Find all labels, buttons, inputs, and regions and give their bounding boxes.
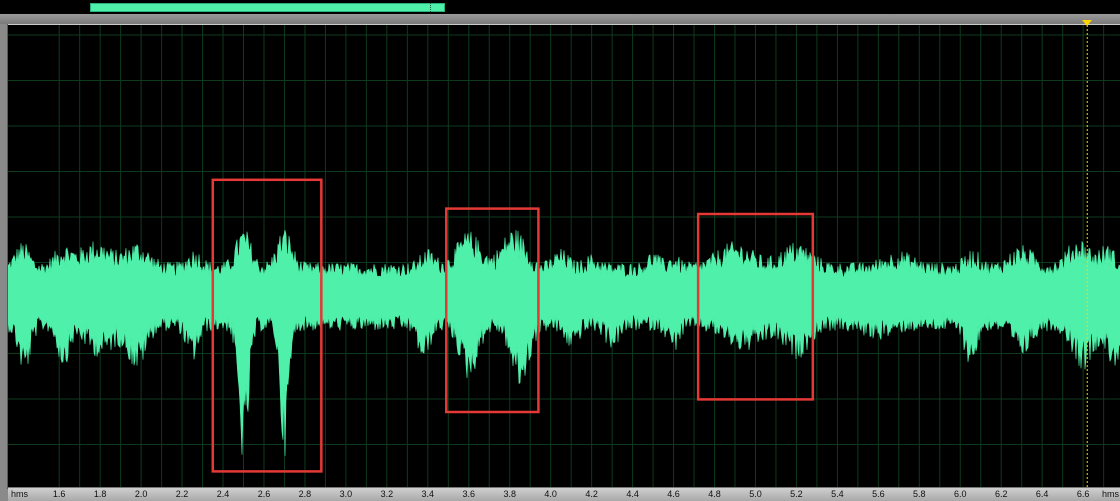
ruler-tick-label: 2.2 <box>175 489 189 499</box>
ruler-unit-left: hms <box>11 489 29 499</box>
ruler-tick-label: 5.8 <box>913 489 926 499</box>
ruler-tick-label: 6.0 <box>953 489 967 499</box>
ruler-tick-label: 4.4 <box>626 489 639 499</box>
ruler-tick-label: 6.4 <box>1035 489 1049 499</box>
ruler-tick-label: 1.6 <box>52 489 66 499</box>
ruler-tick-label: 5.4 <box>831 489 844 499</box>
ruler-tick-label: 2.4 <box>216 489 230 499</box>
ruler-tick-label: 5.0 <box>749 489 762 499</box>
overview-separator <box>0 14 1120 24</box>
overview-visible-range[interactable] <box>89 3 445 12</box>
waveform-shape <box>8 230 1120 456</box>
ruler-tick-label: 3.2 <box>380 489 394 499</box>
ruler-tick-label: 2.8 <box>298 489 312 499</box>
ruler-tick-label: 6.2 <box>994 489 1008 499</box>
ruler-tick-label: 4.0 <box>544 489 557 499</box>
ruler-tick-label: 4.2 <box>585 489 598 499</box>
ruler-tick-label: 1.8 <box>93 489 107 499</box>
ruler-tick-label: 5.2 <box>790 489 803 499</box>
ruler-tick-label: 2.6 <box>257 489 271 499</box>
time-ruler[interactable]: hms hms 1.6 1.8 2.0 2.2 2.4 2.6 2.8 3.0 3.2 3.4 3.… <box>8 487 1120 501</box>
ruler-unit-right: hms <box>1101 489 1119 499</box>
ruler-tick-label: 3.0 <box>339 489 353 499</box>
playhead-triangle-icon[interactable] <box>1082 20 1093 26</box>
ruler-tick-label: 3.8 <box>503 489 516 499</box>
ruler-tick-label: 4.6 <box>667 489 680 499</box>
vertical-ruler-strip <box>0 24 8 489</box>
waveform-display[interactable] <box>8 20 1120 488</box>
ruler-tick-label: 4.8 <box>708 489 721 499</box>
ruler-tick-label: 3.4 <box>421 489 435 499</box>
ruler-tick-label: 5.6 <box>872 489 885 499</box>
overview-playhead-marker <box>430 3 431 12</box>
ruler-tick-label: 2.0 <box>134 489 148 499</box>
waveform-svg[interactable] <box>8 25 1120 488</box>
ruler-tick-label: 6.6 <box>1076 489 1090 499</box>
ruler-tick-label: 3.6 <box>462 489 476 499</box>
waveform-trace <box>8 230 1120 456</box>
overview-scrollbar[interactable] <box>0 0 1120 14</box>
